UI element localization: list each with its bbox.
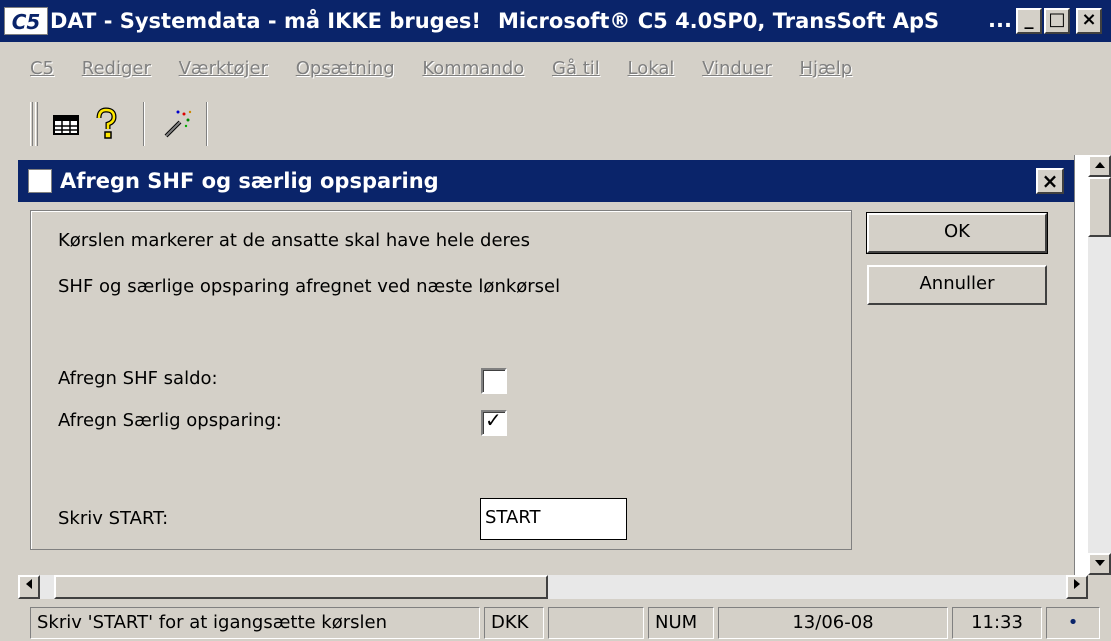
status-currency: DKK <box>484 607 544 639</box>
background-document-edge <box>1074 155 1088 575</box>
shf-saldo-label: Afregn SHF saldo: <box>58 368 218 389</box>
dialog-title: Afregn SHF og særlig opsparing <box>60 169 439 193</box>
dialog-title-bar[interactable]: Afregn SHF og særlig opsparing × <box>18 160 1074 202</box>
minimize-icon: _ <box>1024 9 1034 30</box>
maximize-button[interactable]: □ <box>1044 8 1070 34</box>
menu-item-lokal[interactable]: Lokal <box>628 58 675 79</box>
menu-item-kommando[interactable]: Kommando <box>422 58 524 79</box>
window-title-product: Microsoft® C5 4.0SP0, TransSoft ApS <box>498 9 940 33</box>
start-input[interactable]: START <box>480 498 627 540</box>
menu-item-gaa-til[interactable]: Gå til <box>552 58 600 79</box>
status-indicator-icon: • <box>1046 607 1100 639</box>
close-icon: × <box>1041 169 1059 193</box>
scroll-right-button[interactable] <box>1066 575 1088 599</box>
toolbar-grip[interactable] <box>35 102 38 146</box>
scroll-left-button[interactable] <box>18 575 40 599</box>
window-title: DAT - Systemdata - må IKKE bruges! <box>50 9 482 33</box>
help-question-icon[interactable] <box>90 106 122 142</box>
scroll-up-button[interactable] <box>1088 155 1111 177</box>
toolbar-grip[interactable] <box>30 102 33 146</box>
description-line-2: SHF og særlige opsparing afregnet ved næ… <box>58 276 561 297</box>
close-button[interactable]: × <box>1076 8 1102 34</box>
vertical-scroll-thumb[interactable] <box>1088 177 1111 237</box>
wizard-wand-icon[interactable] <box>160 106 194 142</box>
title-overflow-dots: ... <box>988 8 1012 32</box>
menu-item-c5[interactable]: C5 <box>30 58 54 79</box>
title-bar[interactable]: C5 DAT - Systemdata - må IKKE bruges! Mi… <box>0 0 1111 42</box>
scroll-down-button[interactable] <box>1088 553 1111 575</box>
vertical-scrollbar[interactable] <box>1088 155 1111 575</box>
arrow-up-icon <box>1094 162 1105 168</box>
close-icon: × <box>1081 9 1097 30</box>
horizontal-scroll-thumb[interactable] <box>54 575 548 599</box>
saerlig-opsparing-checkbox[interactable]: ✓ <box>481 408 507 436</box>
menu-item-rediger[interactable]: Rediger <box>82 58 151 79</box>
menu-item-hjaelp[interactable]: Hjælp <box>799 58 852 79</box>
shf-saldo-checkbox[interactable]: ✓ <box>481 368 507 394</box>
menu-item-vinduer[interactable]: Vinduer <box>702 58 772 79</box>
ok-button[interactable]: OK <box>866 212 1048 254</box>
arrow-down-icon <box>1094 560 1105 566</box>
arrow-right-icon <box>1074 579 1080 589</box>
status-bar: Skriv 'START' for at igangsætte kørslen … <box>0 603 1111 641</box>
cancel-button[interactable]: Annuller <box>867 265 1047 305</box>
saerlig-opsparing-label: Afregn Særlig opsparing: <box>58 410 282 431</box>
table-icon[interactable] <box>50 108 82 140</box>
maximize-icon: □ <box>1048 9 1066 30</box>
horizontal-scrollbar[interactable] <box>18 575 1088 599</box>
checkmark-icon: ✓ <box>485 408 502 432</box>
start-label: Skriv START: <box>58 508 169 529</box>
minimize-button[interactable]: _ <box>1016 8 1042 34</box>
dialog-close-button[interactable]: × <box>1036 168 1064 194</box>
menu-item-vaerktoejer[interactable]: Værktøjer <box>179 58 268 79</box>
app-logo-icon[interactable]: C5 <box>4 7 48 35</box>
menu-bar: C5 Rediger Værktøjer Opsætning Kommando … <box>0 58 1111 88</box>
description-line-1: Kørslen markerer at de ansatte skal have… <box>58 230 530 251</box>
toolbar-separator <box>143 102 145 146</box>
arrow-left-icon <box>26 579 32 589</box>
toolbar-separator <box>206 102 208 146</box>
dialog-window-icon <box>28 169 52 193</box>
status-num-lock: NUM <box>648 607 714 639</box>
menu-item-opsaetning[interactable]: Opsætning <box>296 58 395 79</box>
status-date: 13/06-08 <box>718 607 948 639</box>
status-blank-panel <box>548 607 644 639</box>
status-message: Skriv 'START' for at igangsætte kørslen <box>30 607 480 639</box>
toolbar <box>0 96 1111 150</box>
status-time: 11:33 <box>952 607 1042 639</box>
